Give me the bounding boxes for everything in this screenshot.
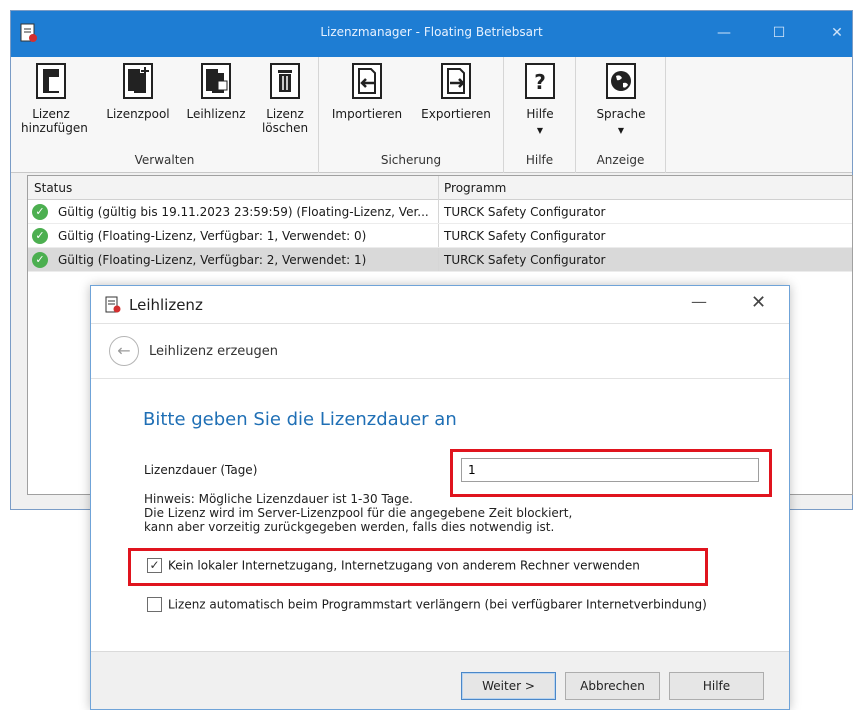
delete-license-button[interactable]: Lizenz löschen	[257, 63, 313, 135]
column-divider	[438, 200, 439, 223]
borrow-license-icon	[201, 63, 231, 99]
check-icon: ✓	[32, 252, 48, 268]
import-button[interactable]: Importieren	[327, 63, 407, 121]
group-label-hilfe: Hilfe	[525, 153, 554, 167]
minimize-button[interactable]: —	[714, 23, 734, 43]
ribbon-group-anzeige: Sprache ▼ Anzeige	[576, 57, 666, 173]
license-pool-label: Lizenzpool	[106, 107, 170, 121]
help-ribbon-label: Hilfe	[526, 107, 554, 121]
wizard-nav: ← Leihlizenz erzeugen	[91, 324, 789, 379]
borrow-license-dialog: Leihlizenz — ✕ ← Leihlizenz erzeugen Bit…	[90, 285, 790, 710]
add-license-label-1: Lizenz	[32, 107, 70, 121]
table-header: Status Programm	[28, 176, 852, 200]
svg-text:?: ?	[534, 70, 546, 94]
import-icon	[352, 63, 382, 99]
dialog-footer: Weiter > Abbrechen Hilfe	[91, 651, 789, 709]
help-icon: ?	[525, 63, 555, 99]
dialog-minimize-button[interactable]: —	[691, 292, 707, 311]
help-ribbon-button[interactable]: ? Hilfe ▼	[512, 63, 568, 138]
highlight-box-checkbox	[128, 548, 708, 586]
ribbon-group-hilfe: ? Hilfe ▼ Hilfe	[504, 57, 576, 173]
borrow-license-label: Leihlizenz	[186, 107, 246, 121]
next-button[interactable]: Weiter >	[461, 672, 556, 700]
export-label: Exportieren	[421, 107, 491, 121]
program-cell: TURCK Safety Configurator	[444, 253, 606, 267]
status-cell: Gültig (Floating-Lizenz, Verfügbar: 1, V…	[58, 229, 367, 243]
dialog-title-bar[interactable]: Leihlizenz — ✕	[91, 286, 789, 324]
check-icon: ✓	[32, 228, 48, 244]
duration-label: Lizenzdauer (Tage)	[144, 463, 258, 477]
auto-renew-checkbox-label: Lizenz automatisch beim Programmstart ve…	[168, 597, 707, 612]
add-license-button[interactable]: Lizenz hinzufügen	[21, 63, 88, 135]
chevron-down-icon: ▼	[536, 126, 544, 135]
auto-renew-checkbox[interactable]	[147, 597, 162, 612]
export-button[interactable]: Exportieren	[415, 63, 497, 121]
highlight-box-duration	[450, 449, 772, 497]
add-license-icon	[36, 63, 66, 99]
chevron-down-icon: ▼	[617, 126, 625, 135]
import-label: Importieren	[331, 107, 403, 121]
ribbon: Lizenz hinzufügen Lizenzpool Leihlizenz …	[11, 57, 852, 173]
language-button[interactable]: Sprache ▼	[590, 63, 652, 138]
back-arrow-icon[interactable]: ←	[109, 336, 139, 366]
group-label-verwalten: Verwalten	[134, 153, 195, 167]
column-divider	[438, 176, 439, 200]
delete-license-label-2: löschen	[261, 121, 309, 135]
group-label-anzeige: Anzeige	[596, 153, 645, 167]
page-heading: Bitte geben Sie die Lizenzdauer an	[143, 409, 457, 430]
hint-text: Hinweis: Mögliche Lizenzdauer ist 1-30 T…	[144, 492, 572, 534]
license-pool-button[interactable]: Lizenzpool	[103, 63, 173, 121]
language-label: Sprache	[596, 107, 646, 121]
check-icon: ✓	[32, 204, 48, 220]
status-cell: Gültig (Floating-Lizenz, Verfügbar: 2, V…	[58, 253, 367, 267]
ribbon-group-sicherung: Importieren Exportieren Sicherung	[319, 57, 504, 173]
ribbon-group-verwalten: Lizenz hinzufügen Lizenzpool Leihlizenz …	[11, 57, 319, 173]
hint-line-3: kann aber vorzeitig zurückgegeben werden…	[144, 520, 555, 534]
cancel-button[interactable]: Abbrechen	[565, 672, 660, 700]
help-button[interactable]: Hilfe	[669, 672, 764, 700]
status-cell: Gültig (gültig bis 19.11.2023 23:59:59) …	[58, 205, 429, 219]
hint-line-2: Die Lizenz wird im Server-Lizenzpool für…	[144, 506, 573, 520]
column-divider	[438, 248, 439, 271]
auto-renew-checkbox-row[interactable]: Lizenz automatisch beim Programmstart ve…	[147, 597, 707, 612]
license-pool-icon	[123, 63, 153, 99]
table-row[interactable]: ✓ Gültig (gültig bis 19.11.2023 23:59:59…	[28, 200, 852, 224]
delete-icon	[270, 63, 300, 99]
dialog-title: Leihlizenz	[129, 296, 203, 314]
column-header-program[interactable]: Programm	[444, 181, 506, 195]
add-license-label-2: hinzufügen	[21, 121, 88, 135]
export-icon	[441, 63, 471, 99]
table-row[interactable]: ✓ Gültig (Floating-Lizenz, Verfügbar: 1,…	[28, 224, 852, 248]
borrow-license-button[interactable]: Leihlizenz	[181, 63, 251, 121]
program-cell: TURCK Safety Configurator	[444, 205, 606, 219]
delete-license-label-1: Lizenz	[266, 107, 304, 121]
license-icon	[105, 296, 121, 313]
wizard-step-title: Leihlizenz erzeugen	[149, 344, 278, 359]
table-row[interactable]: ✓ Gültig (Floating-Lizenz, Verfügbar: 2,…	[28, 248, 852, 272]
title-bar[interactable]: Lizenzmanager - Floating Betriebsart — ☐…	[11, 11, 852, 57]
program-cell: TURCK Safety Configurator	[444, 229, 606, 243]
column-header-status[interactable]: Status	[34, 181, 72, 195]
maximize-button[interactable]: ☐	[769, 23, 789, 43]
hint-line-1: Hinweis: Mögliche Lizenzdauer ist 1-30 T…	[144, 492, 413, 506]
group-label-sicherung: Sicherung	[380, 153, 442, 167]
dialog-close-button[interactable]: ✕	[751, 292, 766, 313]
close-button[interactable]: ✕	[827, 23, 847, 43]
globe-icon	[606, 63, 636, 99]
column-divider	[438, 224, 439, 247]
